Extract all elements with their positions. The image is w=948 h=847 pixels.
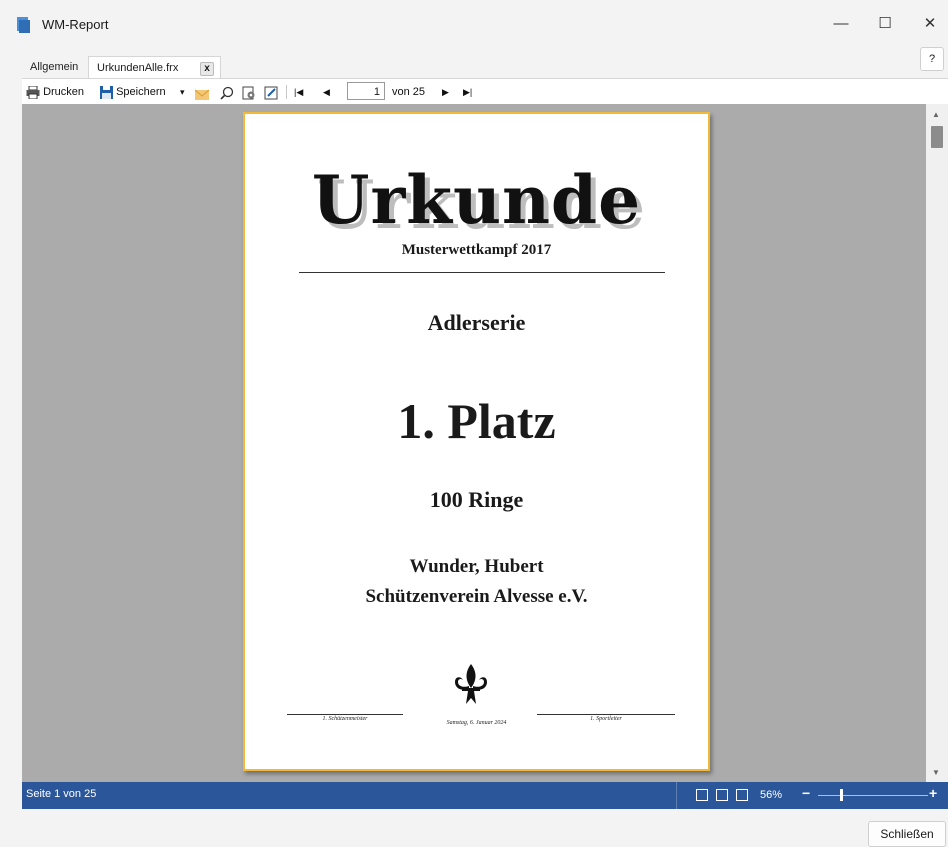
zoom-in-icon[interactable]: + — [929, 785, 937, 801]
help-button[interactable]: ? — [920, 47, 944, 71]
certificate-subtitle: Musterwettkampf 2017 — [401, 242, 552, 258]
print-label: Drucken — [43, 86, 85, 98]
save-button[interactable]: Speichern — [100, 83, 166, 101]
certificate-title: Urkunde — [311, 161, 642, 239]
vertical-scrollbar[interactable]: ▲ ▼ — [926, 104, 948, 782]
tab-label: UrkundenAlle.frx — [97, 62, 179, 74]
zoom-whole-page-icon[interactable] — [716, 789, 728, 801]
status-bar: Seite 1 von 25 56% − + — [22, 782, 948, 809]
next-page-icon[interactable]: ▶ — [442, 83, 449, 101]
scroll-thumb[interactable] — [931, 126, 943, 148]
tab-label: Allgemein — [30, 61, 79, 73]
scroll-up-icon[interactable]: ▲ — [932, 110, 940, 119]
floppy-disk-icon — [100, 85, 113, 99]
page-settings-icon[interactable] — [242, 84, 256, 102]
email-icon[interactable] — [195, 86, 209, 104]
print-button[interactable]: Drucken — [26, 83, 84, 101]
certificate-page: Urkunde Musterwettkampf 2017 Adlerserie … — [243, 112, 710, 771]
search-icon[interactable] — [220, 84, 234, 102]
app-icon — [17, 17, 30, 33]
window-title: WM-Report — [42, 17, 109, 32]
zoom-slider-track[interactable] — [818, 795, 928, 796]
title-bar: WM-Report — ☐ ✕ — [0, 0, 948, 48]
scroll-down-icon[interactable]: ▼ — [932, 768, 940, 777]
zoom-actual-size-icon[interactable] — [736, 789, 748, 801]
last-page-icon[interactable]: ▶| — [463, 83, 472, 101]
edit-page-icon[interactable] — [264, 84, 278, 102]
zoom-page-width-icon[interactable] — [696, 789, 708, 801]
tab-close-icon[interactable]: x — [200, 62, 214, 76]
previous-page-icon[interactable]: ◀ — [323, 83, 330, 101]
close-dialog-button[interactable]: Schließen — [868, 821, 946, 847]
save-label: Speichern — [116, 86, 166, 98]
save-dropdown-icon[interactable]: ▾ — [180, 83, 185, 101]
first-page-icon[interactable]: |◀ — [294, 83, 303, 101]
close-window-button[interactable]: ✕ — [918, 13, 942, 35]
tab-urkunden[interactable]: UrkundenAlle.frx x — [88, 56, 221, 79]
minimize-button[interactable]: — — [829, 13, 853, 35]
signature-line-left — [287, 714, 403, 715]
maximize-button[interactable]: ☐ — [873, 13, 897, 35]
printer-icon — [26, 85, 40, 99]
report-preview-area[interactable]: Urkunde Musterwettkampf 2017 Adlerserie … — [22, 104, 926, 782]
zoom-slider-thumb[interactable] — [840, 789, 843, 801]
tab-allgemein[interactable]: Allgemein — [22, 56, 86, 78]
page-number-input[interactable]: 1 — [347, 82, 385, 100]
toolbar-separator — [286, 85, 287, 99]
club-name: Schützenverein Alvesse e.V. — [365, 586, 588, 607]
status-divider — [676, 782, 677, 809]
zoom-level: 56% — [760, 789, 783, 801]
participant-name: Wunder, Hubert — [409, 556, 544, 577]
certificate-date: Samstag, 6. Januar 2024 — [446, 720, 507, 726]
zoom-out-icon[interactable]: − — [802, 785, 810, 801]
certificate-discipline: Adlerserie — [427, 310, 526, 335]
page-status: Seite 1 von 25 — [26, 788, 97, 800]
certificate-place: 1. Platz — [397, 393, 556, 449]
fleur-de-lis-icon — [455, 664, 487, 704]
report-toolbar: Drucken Speichern ▾ |◀ ◀ 1 von 25 ▶ ▶| — [22, 78, 948, 105]
title-divider — [299, 272, 665, 273]
certificate-score: 100 Ringe — [429, 487, 524, 512]
signature-line-right — [537, 714, 675, 715]
page-total-label: von 25 — [392, 86, 426, 98]
